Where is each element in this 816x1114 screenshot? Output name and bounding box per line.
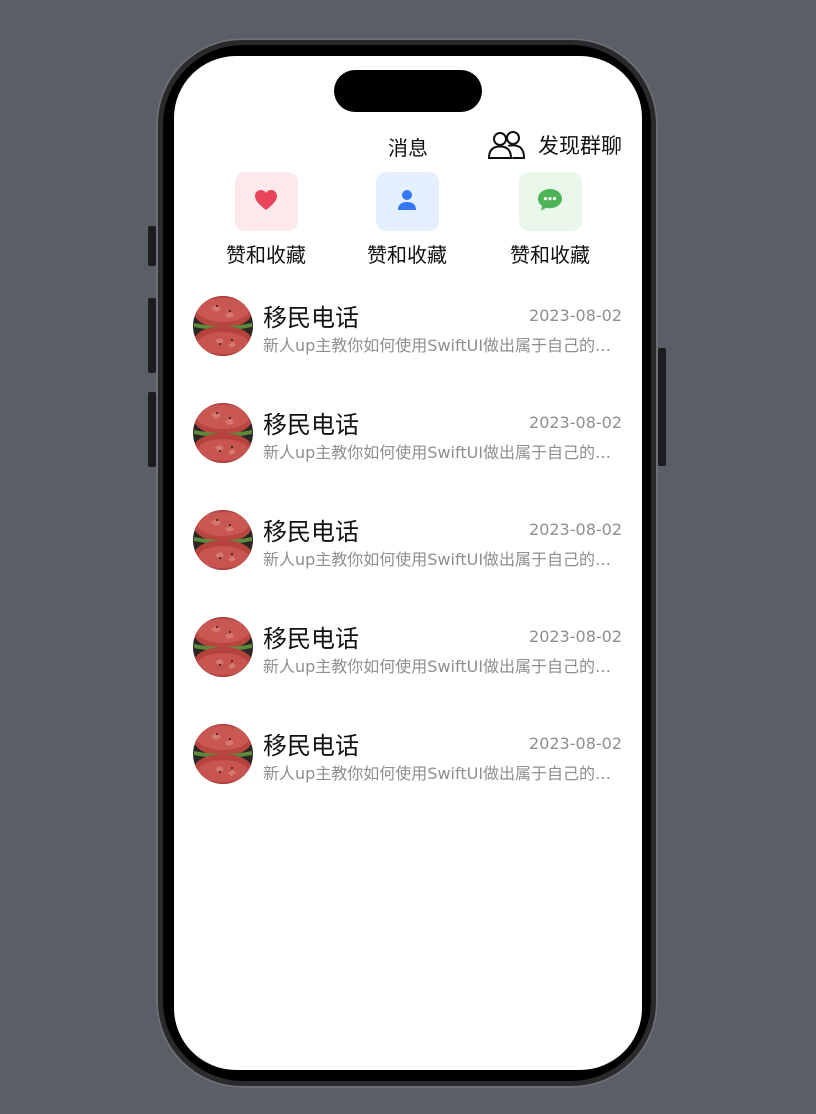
message-preview: 新人up主教你如何使用SwiftUI做出属于自己的App [263,336,613,355]
message-date: 2023-08-02 [529,306,622,325]
message-date: 2023-08-02 [529,520,622,539]
watermelon-avatar [193,403,253,463]
message-preview: 新人up主教你如何使用SwiftUI做出属于自己的App [263,657,613,676]
simulator-stage: 消息 发现群聊 赞和收藏 赞和收藏 赞和收藏 移民电话 2023-08-02 新… [0,0,816,1114]
message-list: 移民电话 2023-08-02 新人up主教你如何使用SwiftUI做出属于自己… [174,296,642,831]
quick-action-comments[interactable]: 赞和收藏 [495,172,605,268]
action-button [148,226,156,266]
message-row[interactable]: 移民电话 2023-08-02 新人up主教你如何使用SwiftUI做出属于自己… [174,617,642,724]
volume-down-button [148,392,156,467]
person-icon [397,189,417,215]
quick-action-icon-tile [375,172,439,231]
dynamic-island [334,70,482,112]
phone-screen: 消息 发现群聊 赞和收藏 赞和收藏 赞和收藏 移民电话 2023-08-02 新… [174,56,642,1070]
quick-action-followers[interactable]: 赞和收藏 [352,172,462,268]
power-button [658,348,666,466]
watermelon-avatar [193,510,253,570]
quick-action-icon-tile [234,172,298,231]
quick-action-icon-tile [518,172,582,231]
message-row[interactable]: 移民电话 2023-08-02 新人up主教你如何使用SwiftUI做出属于自己… [174,724,642,831]
message-preview: 新人up主教你如何使用SwiftUI做出属于自己的App [263,764,613,783]
message-sender-name: 移民电话 [263,625,359,653]
watermelon-avatar [193,296,253,356]
quick-action-label: 赞和收藏 [226,243,306,267]
discover-group-chat-button[interactable]: 发现群聊 [488,130,622,160]
watermelon-avatar [193,617,253,677]
discover-group-chat-label: 发现群聊 [538,134,622,158]
chat-bubble-icon [537,188,563,216]
message-row[interactable]: 移民电话 2023-08-02 新人up主教你如何使用SwiftUI做出属于自己… [174,403,642,510]
volume-up-button [148,298,156,373]
quick-actions: 赞和收藏 赞和收藏 赞和收藏 [174,172,642,272]
heart-icon [254,189,278,215]
quick-action-label: 赞和收藏 [367,243,447,267]
group-people-icon [488,131,526,159]
message-sender-name: 移民电话 [263,518,359,546]
message-row[interactable]: 移民电话 2023-08-02 新人up主教你如何使用SwiftUI做出属于自己… [174,296,642,403]
message-sender-name: 移民电话 [263,304,359,332]
message-preview: 新人up主教你如何使用SwiftUI做出属于自己的App [263,443,613,462]
message-date: 2023-08-02 [529,627,622,646]
message-preview: 新人up主教你如何使用SwiftUI做出属于自己的App [263,550,613,569]
watermelon-avatar [193,724,253,784]
message-sender-name: 移民电话 [263,732,359,760]
message-row[interactable]: 移民电话 2023-08-02 新人up主教你如何使用SwiftUI做出属于自己… [174,510,642,617]
message-date: 2023-08-02 [529,734,622,753]
message-sender-name: 移民电话 [263,411,359,439]
quick-action-likes[interactable]: 赞和收藏 [211,172,321,268]
message-date: 2023-08-02 [529,413,622,432]
quick-action-label: 赞和收藏 [510,243,590,267]
